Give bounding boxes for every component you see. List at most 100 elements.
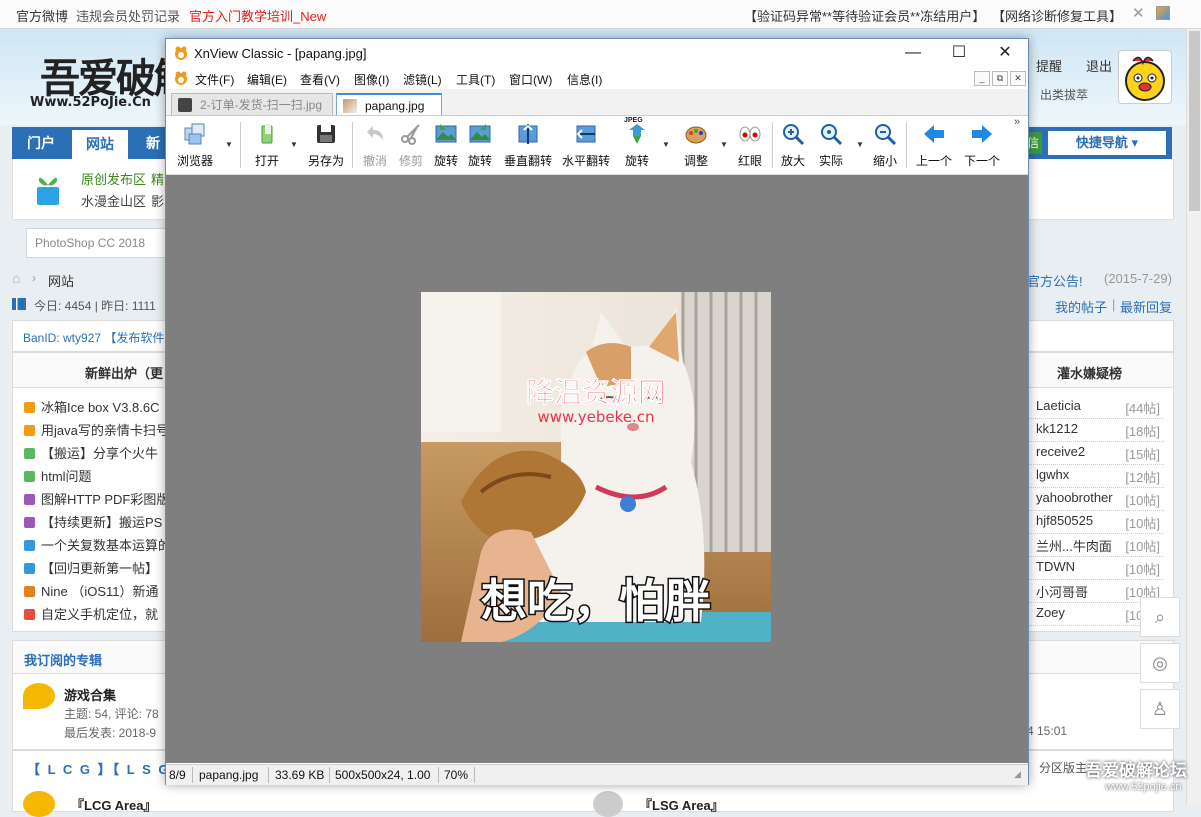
- menu-file[interactable]: 文件(F): [195, 71, 234, 88]
- corner-watermark: 吾爱破解论坛: [1085, 761, 1187, 780]
- ranking-list-item[interactable]: kk1212 [18帖]: [1024, 419, 1164, 442]
- banid-text[interactable]: BanID: wty927 【发布软件: [23, 329, 164, 346]
- adjust-dropdown-icon[interactable]: ▼: [720, 140, 728, 149]
- fresh-list-item[interactable]: 图解HTTP PDF彩图版: [24, 489, 169, 508]
- penalty-record-link[interactable]: 违规会员处罚记录: [76, 6, 180, 25]
- minimize-button[interactable]: —: [890, 39, 936, 67]
- menu-edit[interactable]: 编辑(E): [247, 71, 287, 88]
- user-icon[interactable]: ♙: [1140, 689, 1180, 729]
- forum-water-link[interactable]: 水漫金山区: [81, 191, 146, 210]
- menu-view[interactable]: 查看(V): [300, 71, 340, 88]
- fresh-list-item[interactable]: 一个关复数基本运算的: [24, 535, 171, 554]
- page-scrollbar[interactable]: [1186, 29, 1201, 805]
- shrink-icon[interactable]: ✕: [1132, 4, 1145, 22]
- fresh-list-item[interactable]: 冰箱Ice box V3.8.6C: [24, 397, 160, 416]
- training-link[interactable]: 官方入门教学培训_New: [189, 6, 326, 25]
- mdi-minimize-button[interactable]: _: [974, 71, 990, 86]
- tab-order-image[interactable]: 2-订单-发货-扫一扫.jpg: [171, 93, 333, 115]
- maximize-button[interactable]: ☐: [936, 39, 982, 67]
- network-tool-link[interactable]: 【网络诊断修复工具】: [992, 6, 1122, 25]
- announcement-link[interactable]: 官方公告!: [1027, 271, 1083, 290]
- ranking-list-item[interactable]: lgwhx [12帖]: [1024, 465, 1164, 488]
- remind-link[interactable]: 提醒: [1036, 56, 1062, 75]
- image-canvas[interactable]: 降温资源网 www.yebeke.cn 想吃，怕胖: [421, 292, 771, 642]
- home-icon[interactable]: ⌂: [12, 270, 20, 286]
- image-viewer-area[interactable]: 降温资源网 www.yebeke.cn 想吃，怕胖: [166, 175, 1028, 763]
- document-app-icon[interactable]: [173, 70, 189, 86]
- zoom-dropdown-icon[interactable]: ▼: [856, 140, 864, 149]
- my-posts-link[interactable]: 我的帖子: [1055, 297, 1107, 316]
- menu-info[interactable]: 信息(I): [567, 71, 602, 88]
- official-weibo-link[interactable]: 官方微博: [16, 6, 68, 25]
- wechat-icon[interactable]: ◎: [1140, 643, 1180, 683]
- crop-button[interactable]: 修剪: [394, 118, 428, 172]
- forum-search-input[interactable]: PhotoShop CC 2018: [26, 228, 168, 258]
- flip-horizontal-button[interactable]: 水平翻转: [560, 118, 612, 172]
- close-button[interactable]: ✕: [982, 39, 1028, 67]
- avatar[interactable]: [1118, 50, 1172, 104]
- mdi-restore-button[interactable]: ⧉: [992, 71, 1008, 86]
- latest-reply-link[interactable]: 最新回复: [1120, 297, 1172, 316]
- adjust-button[interactable]: 调整: [678, 118, 714, 172]
- rotate-right-button[interactable]: 旋转: [464, 118, 496, 172]
- menu-image[interactable]: 图像(I): [354, 71, 389, 88]
- open-button[interactable]: 打开: [250, 118, 284, 172]
- open-dropdown-icon[interactable]: ▼: [290, 140, 298, 149]
- resize-grip-icon[interactable]: ◢: [1014, 769, 1021, 780]
- fresh-list-item[interactable]: 【持续更新】搬运PS: [24, 512, 162, 531]
- captcha-notice-link[interactable]: 【验证码异常**等待验证会员**冻结用户】: [744, 6, 985, 25]
- nav-tab-new[interactable]: 新: [146, 127, 160, 159]
- menu-filter[interactable]: 滤镜(L): [403, 71, 442, 88]
- ranking-list-item[interactable]: hjf850525 [10帖]: [1024, 511, 1164, 534]
- previous-button[interactable]: 上一个: [914, 118, 954, 172]
- site-logo-url: Www.52PoJie.Cn: [30, 95, 151, 110]
- browser-button[interactable]: 浏览器: [172, 118, 218, 172]
- lcg-tags[interactable]: 【 L C G 】【 L S G: [27, 759, 170, 778]
- forum-original-extra[interactable]: 精: [151, 169, 164, 188]
- skin-icon[interactable]: [1156, 6, 1170, 20]
- fresh-list-item[interactable]: 自定义手机定位，就: [24, 604, 158, 623]
- fresh-list-item[interactable]: 用java写的亲情卡扫号: [24, 420, 169, 439]
- ranking-list-item[interactable]: yahoobrother [10帖]: [1024, 488, 1164, 511]
- ranking-list-item[interactable]: 兰州...牛肉面 [10帖]: [1024, 534, 1164, 557]
- rotate-left-button[interactable]: 旋转: [430, 118, 462, 172]
- actual-size-button[interactable]: 实际: [814, 118, 848, 172]
- forum-water-extra[interactable]: 影: [151, 191, 164, 210]
- ranking-list-item[interactable]: TDWN [10帖]: [1024, 557, 1164, 580]
- next-button[interactable]: 下一个: [962, 118, 1002, 172]
- xnview-window: XnView Classic - [papang.jpg] — ☐ ✕ 文件(F…: [165, 38, 1029, 785]
- nav-tab-portal[interactable]: 门户: [12, 127, 70, 159]
- breadcrumb[interactable]: 网站: [48, 271, 74, 290]
- flip-vertical-button[interactable]: 垂直翻转: [502, 118, 554, 172]
- save-as-button[interactable]: 另存为: [306, 118, 346, 172]
- toolbar-overflow-icon[interactable]: »: [1014, 116, 1020, 128]
- status-dimensions: 500x500x24, 1.00: [335, 768, 431, 782]
- zoom-out-button[interactable]: 缩小: [868, 118, 902, 172]
- fresh-list-item[interactable]: Nine （iOS11）新通: [24, 581, 159, 600]
- sub-forum-moderator[interactable]: 分区版主: [1039, 759, 1087, 776]
- page-scrollbar-thumb[interactable]: [1189, 31, 1200, 211]
- fresh-list-item[interactable]: 【搬运】分享个火牛: [24, 443, 158, 462]
- window-title-bar[interactable]: XnView Classic - [papang.jpg] — ☐ ✕: [166, 39, 1028, 67]
- nav-tab-forum[interactable]: 网站: [72, 130, 128, 159]
- ranking-list-item[interactable]: Laeticia [44帖]: [1024, 396, 1164, 419]
- forum-original-link[interactable]: 原创发布区: [81, 169, 146, 188]
- menu-window[interactable]: 窗口(W): [509, 71, 552, 88]
- search-icon[interactable]: ⌕: [1140, 597, 1180, 637]
- logout-link[interactable]: 退出: [1086, 56, 1112, 75]
- browser-dropdown-icon[interactable]: ▼: [225, 140, 233, 149]
- jpeg-dropdown-icon[interactable]: ▼: [662, 140, 670, 149]
- menu-tools[interactable]: 工具(T): [456, 71, 495, 88]
- subscribed-last: 最后发表: 2018-9: [64, 726, 157, 740]
- tab-papang-image[interactable]: papang.jpg: [336, 93, 442, 115]
- red-eye-button[interactable]: 红眼: [732, 118, 768, 172]
- zoom-in-button[interactable]: 放大: [776, 118, 810, 172]
- subscribed-title[interactable]: 游戏合集: [64, 685, 116, 704]
- quick-nav-button[interactable]: 快捷导航 ▾: [1048, 131, 1166, 155]
- jpeg-rotate-button[interactable]: JPEG 旋转: [620, 117, 654, 172]
- ranking-list-item[interactable]: receive2 [15帖]: [1024, 442, 1164, 465]
- fresh-list-item[interactable]: 【回归更新第一帖】: [24, 558, 158, 577]
- undo-button[interactable]: 撤消: [358, 118, 392, 172]
- mdi-close-button[interactable]: ✕: [1010, 71, 1026, 86]
- fresh-list-item[interactable]: html问题: [24, 466, 92, 485]
